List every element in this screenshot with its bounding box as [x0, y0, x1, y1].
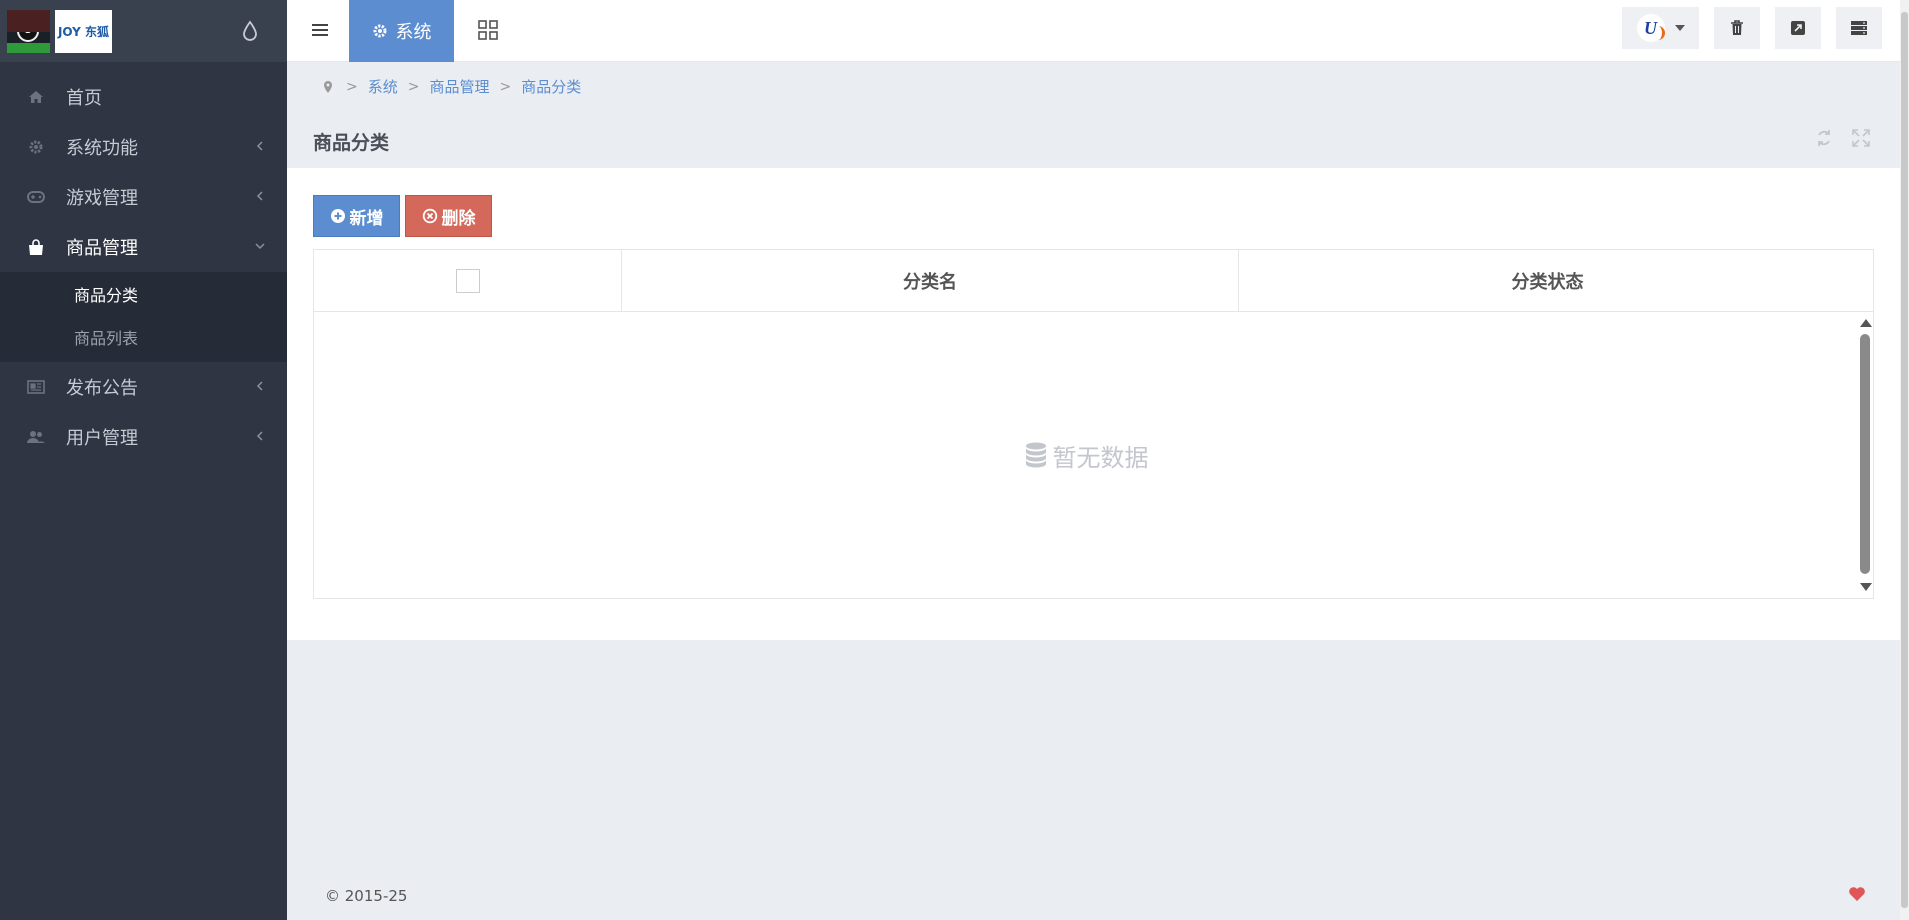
- chevron-left-icon: [256, 141, 263, 151]
- delete-button[interactable]: 删除: [405, 195, 492, 237]
- submenu-item-list[interactable]: 商品列表: [0, 317, 287, 360]
- apps-grid-icon[interactable]: [477, 19, 499, 41]
- submenu-item-category[interactable]: 商品分类: [0, 274, 287, 317]
- column-header[interactable]: 分类状态: [1239, 250, 1856, 311]
- menu-toggle-icon[interactable]: [311, 20, 329, 40]
- gear-icon: [26, 137, 46, 157]
- sidebar-item-announcements[interactable]: 发布公告: [0, 362, 287, 412]
- breadcrumb-item[interactable]: 商品管理: [429, 76, 489, 97]
- open-external-button[interactable]: [1775, 7, 1821, 49]
- logo-image: [7, 10, 50, 53]
- footer: © 2015-25: [287, 871, 1900, 920]
- category-table: 分类名 分类状态 暂无数据: [313, 249, 1874, 599]
- chevron-left-icon: [256, 191, 263, 201]
- column-header[interactable]: 分类名: [622, 250, 1239, 311]
- caret-down-icon: [1674, 25, 1685, 31]
- copyright-text: © 2015-25: [325, 886, 408, 905]
- sidebar-item-label: 游戏管理: [66, 188, 138, 209]
- table-body: 暂无数据: [314, 312, 1859, 598]
- external-link-icon: [1791, 21, 1805, 35]
- sidebar-item-products[interactable]: 商品管理: [0, 222, 287, 272]
- newspaper-icon: [26, 377, 46, 397]
- tab-label: 系统: [395, 22, 432, 43]
- chevron-left-icon: [256, 381, 263, 391]
- times-circle-icon: [422, 208, 437, 224]
- trash-icon: [1731, 20, 1743, 35]
- scroll-up-arrow-icon[interactable]: [1860, 319, 1872, 327]
- add-button[interactable]: 新增: [313, 195, 400, 237]
- database-icon: [1025, 442, 1046, 468]
- sidebar-menu: 首页 系统功能 游戏管理 商品管理 商品分类 商品列表 发布公告 用户管理: [0, 62, 287, 462]
- sidebar-item-users[interactable]: 用户管理: [0, 412, 287, 462]
- sidebar-item-label: 系统功能: [66, 138, 138, 159]
- sidebar-item-home[interactable]: 首页: [0, 72, 287, 122]
- home-icon: [26, 87, 46, 107]
- tab-system[interactable]: 系统: [349, 0, 454, 62]
- breadcrumb-item[interactable]: 系统: [368, 76, 398, 97]
- logo-text: JOY 东狐: [55, 10, 112, 53]
- server-settings-button[interactable]: [1836, 7, 1882, 49]
- clear-cache-button[interactable]: [1714, 7, 1760, 49]
- table-header: 分类名 分类状态: [314, 250, 1873, 312]
- add-button-label: 新增: [349, 208, 384, 229]
- breadcrumb-separator: >: [499, 78, 512, 95]
- gamepad-icon: [26, 187, 46, 207]
- sidebar: JOY 东狐 首页 系统功能 游戏管理: [0, 0, 287, 920]
- products-submenu: 商品分类 商品列表: [0, 272, 287, 362]
- plus-circle-icon: [330, 209, 345, 223]
- refresh-icon[interactable]: [1815, 128, 1833, 148]
- scrollbar-thumb[interactable]: [1860, 334, 1870, 574]
- avatar: U: [1636, 14, 1665, 42]
- breadcrumb-item[interactable]: 商品分类: [521, 76, 581, 97]
- server-icon: [1851, 21, 1867, 35]
- top-header: 系统 U: [287, 0, 1909, 62]
- sidebar-item-label: 发布公告: [66, 378, 138, 399]
- heart-icon: [1849, 887, 1865, 901]
- users-icon: [26, 427, 46, 447]
- user-menu-button[interactable]: U: [1622, 7, 1699, 49]
- delete-button-label: 删除: [441, 208, 476, 229]
- sidebar-item-games[interactable]: 游戏管理: [0, 172, 287, 222]
- theme-drop-icon[interactable]: [240, 20, 260, 42]
- shopping-bag-icon: [26, 237, 46, 257]
- select-all-column: [314, 250, 622, 311]
- sidebar-item-label: 用户管理: [66, 428, 138, 449]
- breadcrumb-separator: >: [346, 78, 358, 95]
- scroll-down-arrow-icon[interactable]: [1860, 583, 1872, 591]
- breadcrumb-separator: >: [407, 78, 420, 95]
- gear-icon: [373, 24, 386, 38]
- select-all-checkbox[interactable]: [455, 268, 480, 293]
- empty-text: 暂无数据: [1052, 443, 1149, 472]
- content-panel: 新增 删除 分类名 分类状态 暂无数据: [287, 168, 1900, 640]
- fullscreen-icon[interactable]: [1851, 128, 1871, 148]
- logo-bar: JOY 东狐: [0, 0, 287, 62]
- table-scrollbar[interactable]: [1857, 312, 1873, 598]
- sidebar-item-label: 商品管理: [66, 238, 138, 259]
- page-title: 商品分类: [313, 132, 390, 154]
- page-scrollbar[interactable]: [1900, 0, 1909, 920]
- chevron-down-icon: [255, 243, 265, 250]
- sidebar-item-label: 首页: [66, 88, 102, 109]
- breadcrumb: > 系统 > 商品管理 > 商品分类: [322, 76, 581, 97]
- sidebar-item-system[interactable]: 系统功能: [0, 122, 287, 172]
- empty-state: 暂无数据: [1025, 438, 1149, 473]
- chevron-left-icon: [256, 431, 263, 441]
- location-pin-icon: [324, 80, 332, 93]
